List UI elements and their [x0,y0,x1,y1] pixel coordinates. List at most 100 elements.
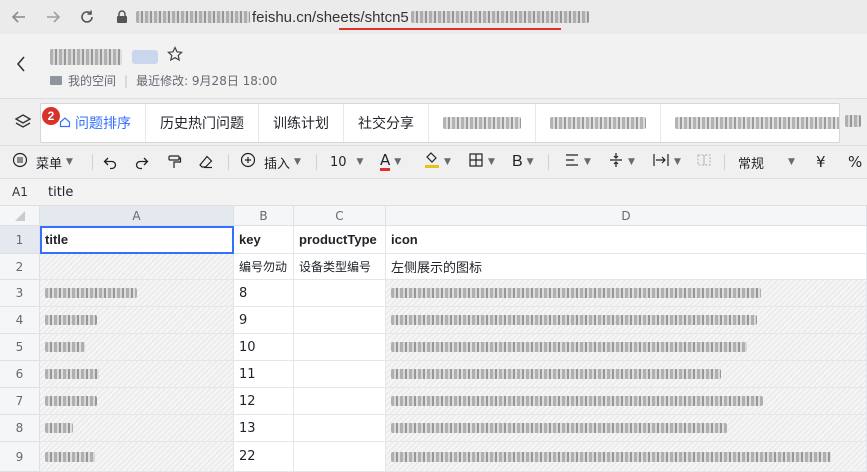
currency-format-button[interactable]: ¥ [816,146,826,178]
cell-a3[interactable] [40,280,234,307]
tab-training-plan[interactable]: 训练计划 [259,104,344,142]
spreadsheet-grid: A B C D 1 2 3 4 5 6 7 8 9 title key prod… [0,206,867,472]
cell-d9[interactable] [386,442,867,472]
tab-redacted-1[interactable] [429,104,536,142]
redo-icon[interactable] [134,146,150,178]
cell-b5[interactable]: 10 [234,334,294,361]
cell-b2[interactable]: 编号勿动 [234,254,294,280]
cell-reference[interactable]: A1 [12,185,28,199]
forward-arrow-icon[interactable] [40,4,66,30]
layers-icon[interactable] [14,113,32,135]
cell-b9[interactable]: 22 [234,442,294,472]
cell-c7[interactable] [294,388,386,415]
cell-b1[interactable]: key [234,226,294,254]
cell-c2[interactable]: 设备类型编号 [294,254,386,280]
cell-d5[interactable] [386,334,867,361]
cell-a5[interactable] [40,334,234,361]
column-header-a[interactable]: A [40,206,234,226]
number-format-select[interactable]: 常规 ▼ [738,146,795,178]
cell-a6[interactable] [40,361,234,388]
cell-a1[interactable]: title [40,226,234,254]
cell-c9[interactable] [294,442,386,472]
cell-d7[interactable] [386,388,867,415]
tab-social-share[interactable]: 社交分享 [344,104,429,142]
reload-icon[interactable] [74,4,100,30]
cell-a7[interactable] [40,388,234,415]
breadcrumb-folder[interactable]: 我的空间 [68,72,116,89]
tab-redacted-2[interactable] [536,104,661,142]
cell-c4[interactable] [294,307,386,334]
back-arrow-icon[interactable] [6,4,32,30]
cell-d3[interactable] [386,280,867,307]
cell-a2[interactable] [40,254,234,280]
insert-label: 插入 [264,156,291,172]
eraser-icon[interactable] [198,146,214,178]
cell-b3[interactable]: 8 [234,280,294,307]
address-bar[interactable]: feishu.cn/sheets/shtcn5 [116,4,589,30]
sheet-toolbar: 菜单 ▼ 插入 ▼ 10 ▼ A ▼ ▼ ▼ B ▼ ▼ ▼ ▼ 常规 ▼ ¥ … [0,146,867,178]
cell-b6[interactable]: 11 [234,361,294,388]
row-header[interactable]: 8 [0,415,40,442]
row-header[interactable]: 7 [0,388,40,415]
select-all-corner[interactable] [0,206,40,226]
tab-redacted-3[interactable] [661,104,839,142]
home-icon [59,116,71,131]
cell-b7[interactable]: 12 [234,388,294,415]
fill-color-button[interactable]: ▼ [424,146,451,178]
cell-c6[interactable] [294,361,386,388]
row-header[interactable]: 3 [0,280,40,307]
redacted-text [45,451,95,462]
chevron-down-icon: ▼ [674,157,681,167]
align-button[interactable]: ▼ [564,146,591,178]
cell-d1[interactable]: icon [386,226,867,254]
toolbar-divider [92,154,93,170]
menu-button[interactable]: 菜单 ▼ [12,146,73,178]
format-painter-icon[interactable] [166,146,182,178]
vertical-align-button[interactable]: ▼ [608,146,635,178]
redacted-text [45,288,137,298]
column-header-c[interactable]: C [294,206,386,226]
font-size-select[interactable]: 10 ▼ [330,146,363,178]
cell-c3[interactable] [294,280,386,307]
cell-c1[interactable]: productType [294,226,386,254]
cell-b8[interactable]: 13 [234,415,294,442]
chevron-down-icon: ▼ [628,157,635,167]
row-header[interactable]: 5 [0,334,40,361]
cell-c8[interactable] [294,415,386,442]
tab-history-hot[interactable]: 历史热门问题 [146,104,259,142]
text-wrap-button[interactable]: ▼ [652,146,681,178]
cell-c5[interactable] [294,334,386,361]
row-header[interactable]: 1 [0,226,40,254]
font-color-button[interactable]: A ▼ [380,146,401,178]
cell-d2[interactable]: 左侧展示的图标 [386,254,867,280]
cell-a9[interactable] [40,442,234,472]
insert-button[interactable]: 插入 ▼ [240,146,301,178]
cell-d6[interactable] [386,361,867,388]
cell-d8[interactable] [386,415,867,442]
row-header[interactable]: 4 [0,307,40,334]
column-header-d[interactable]: D [386,206,867,226]
bold-button[interactable]: B ▼ [512,146,534,178]
cell-d4[interactable] [386,307,867,334]
redacted-text [391,369,721,379]
cell-a4[interactable] [40,307,234,334]
toolbar-divider [548,154,549,170]
row-header[interactable]: 2 [0,254,40,280]
column-header-b[interactable]: B [234,206,294,226]
border-button[interactable]: ▼ [468,146,495,178]
chevron-left-icon[interactable] [16,56,26,77]
cell-b4[interactable]: 9 [234,307,294,334]
undo-icon[interactable] [102,146,118,178]
merge-cells-button[interactable] [696,146,712,178]
row-header[interactable]: 9 [0,442,40,472]
redacted-text [45,315,97,325]
star-icon[interactable] [167,46,183,66]
tab-redacted-label [443,117,521,129]
row-header[interactable]: 6 [0,361,40,388]
toolbar-divider [228,154,229,170]
formula-input[interactable]: title [48,185,73,200]
percent-format-button[interactable]: % [848,146,862,178]
cell-a8[interactable] [40,415,234,442]
tab-overflow-redacted[interactable] [845,115,861,127]
chevron-down-icon: ▼ [394,157,402,167]
